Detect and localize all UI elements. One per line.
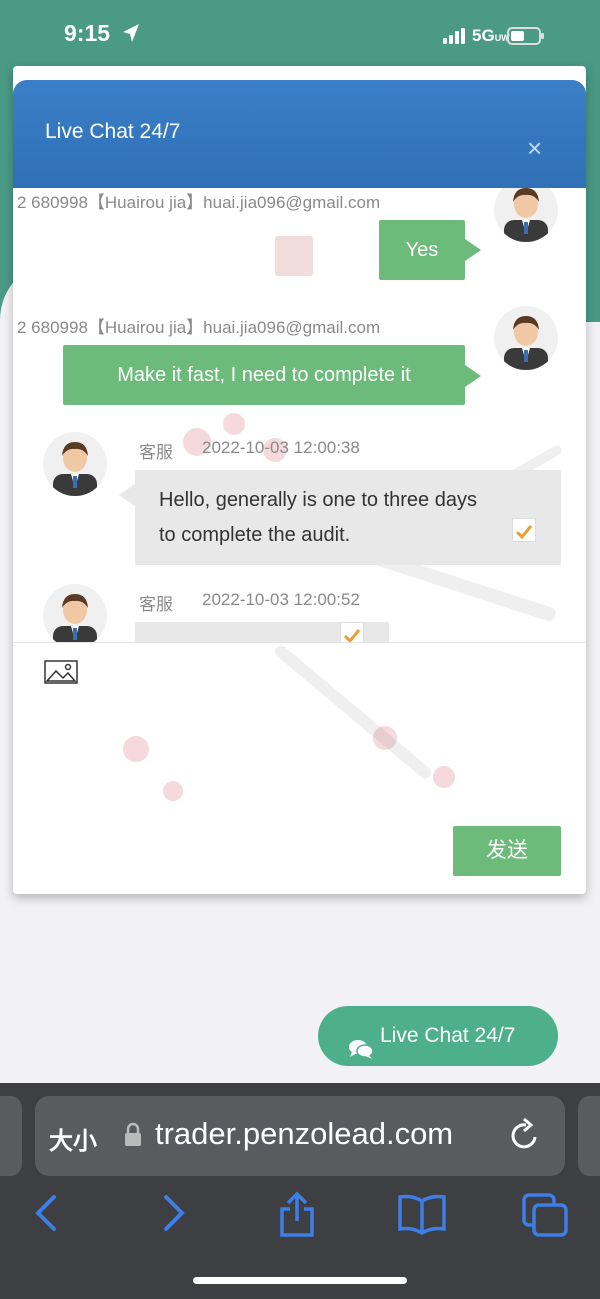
message-input[interactable]	[13, 643, 586, 816]
chat-bubbles-icon	[348, 1024, 374, 1084]
agent-avatar	[494, 188, 558, 242]
message-meta: 2 680998【Huairou jia】huai.jia096@gmail.c…	[17, 193, 381, 212]
status-time: 9:15	[64, 20, 111, 46]
message-bubble-incoming: Hello, generally is one to three days to…	[135, 470, 561, 565]
person-avatar-icon	[53, 594, 97, 642]
blossom-decoration	[123, 736, 149, 762]
bubble-tail	[119, 484, 135, 506]
share-icon[interactable]	[276, 1191, 318, 1244]
next-tab-edge[interactable]	[578, 1096, 600, 1176]
message-time: 2022-10-03 12:00:52	[202, 590, 360, 609]
bubble-tail	[465, 365, 481, 387]
url-text: trader.penzolead.com	[155, 1116, 454, 1151]
bookmarks-icon[interactable]	[396, 1191, 448, 1242]
checkmark-icon	[340, 622, 364, 642]
message-list[interactable]: 2 680998【Huairou jia】huai.jia096@gmail.c…	[13, 188, 586, 642]
message-text: Yes	[405, 239, 439, 261]
blossom-decoration	[163, 781, 183, 801]
checkmark-icon	[512, 518, 536, 542]
blossom-decoration	[223, 413, 245, 435]
branch-decoration	[272, 643, 434, 781]
image-icon[interactable]	[44, 660, 78, 689]
sender-name: 客服	[139, 443, 173, 462]
bubble-tail	[465, 239, 481, 261]
reload-icon[interactable]	[507, 1116, 543, 1159]
message-bubble-outgoing: Yes	[379, 220, 465, 280]
status-bar: 9:15 5GUW	[0, 0, 600, 72]
address-bar[interactable]: 大小 trader.penzolead.com	[35, 1096, 565, 1176]
previous-tab-edge[interactable]	[0, 1096, 22, 1176]
person-avatar-icon	[504, 188, 548, 242]
message-meta: 2 680998【Huairou jia】huai.jia096@gmail.c…	[17, 318, 381, 337]
message-bubble-outgoing: Make it fast, I need to complete it	[63, 345, 465, 405]
live-chat-label: Live Chat 24/7	[380, 1024, 516, 1047]
chat-window: Live Chat 24/7 × 2 680998【Huairou jia】hu…	[13, 66, 586, 894]
send-button[interactable]: 发送	[453, 826, 561, 876]
browser-toolbar: 大小 trader.penzolead.com	[0, 1083, 600, 1299]
blossom-decoration	[433, 766, 455, 788]
message-text-line: Hello, generally is one to three days	[159, 489, 477, 511]
message-bubble-incoming	[135, 622, 389, 642]
chat-header: Live Chat 24/7 ×	[13, 80, 586, 188]
support-avatar	[43, 432, 107, 496]
live-chat-button[interactable]: Live Chat 24/7	[318, 1006, 558, 1066]
forward-icon[interactable]	[158, 1191, 190, 1240]
text-size-button[interactable]: 大小	[49, 1121, 97, 1156]
watermark-stamp	[275, 236, 313, 276]
message-time: 2022-10-03 12:00:38	[202, 438, 360, 457]
chat-title: Live Chat 24/7	[45, 120, 181, 143]
tabs-icon[interactable]	[520, 1191, 570, 1242]
network-label: 5G	[472, 26, 495, 45]
agent-avatar	[494, 306, 558, 370]
message-text-line: to complete the audit.	[159, 524, 351, 546]
message-text: Make it fast, I need to complete it	[117, 364, 411, 386]
close-icon[interactable]: ×	[527, 135, 542, 161]
person-avatar-icon	[504, 316, 548, 370]
person-avatar-icon	[53, 442, 97, 496]
signal-bars-icon	[443, 28, 467, 49]
location-arrow-icon	[121, 22, 141, 49]
home-indicator[interactable]	[193, 1277, 407, 1284]
battery-icon	[507, 27, 545, 50]
composer-divider	[13, 642, 586, 643]
back-icon[interactable]	[30, 1191, 62, 1240]
sender-name: 客服	[139, 595, 173, 614]
lock-icon	[123, 1122, 143, 1153]
support-avatar	[43, 584, 107, 642]
network-type: 5GUW	[472, 26, 510, 46]
